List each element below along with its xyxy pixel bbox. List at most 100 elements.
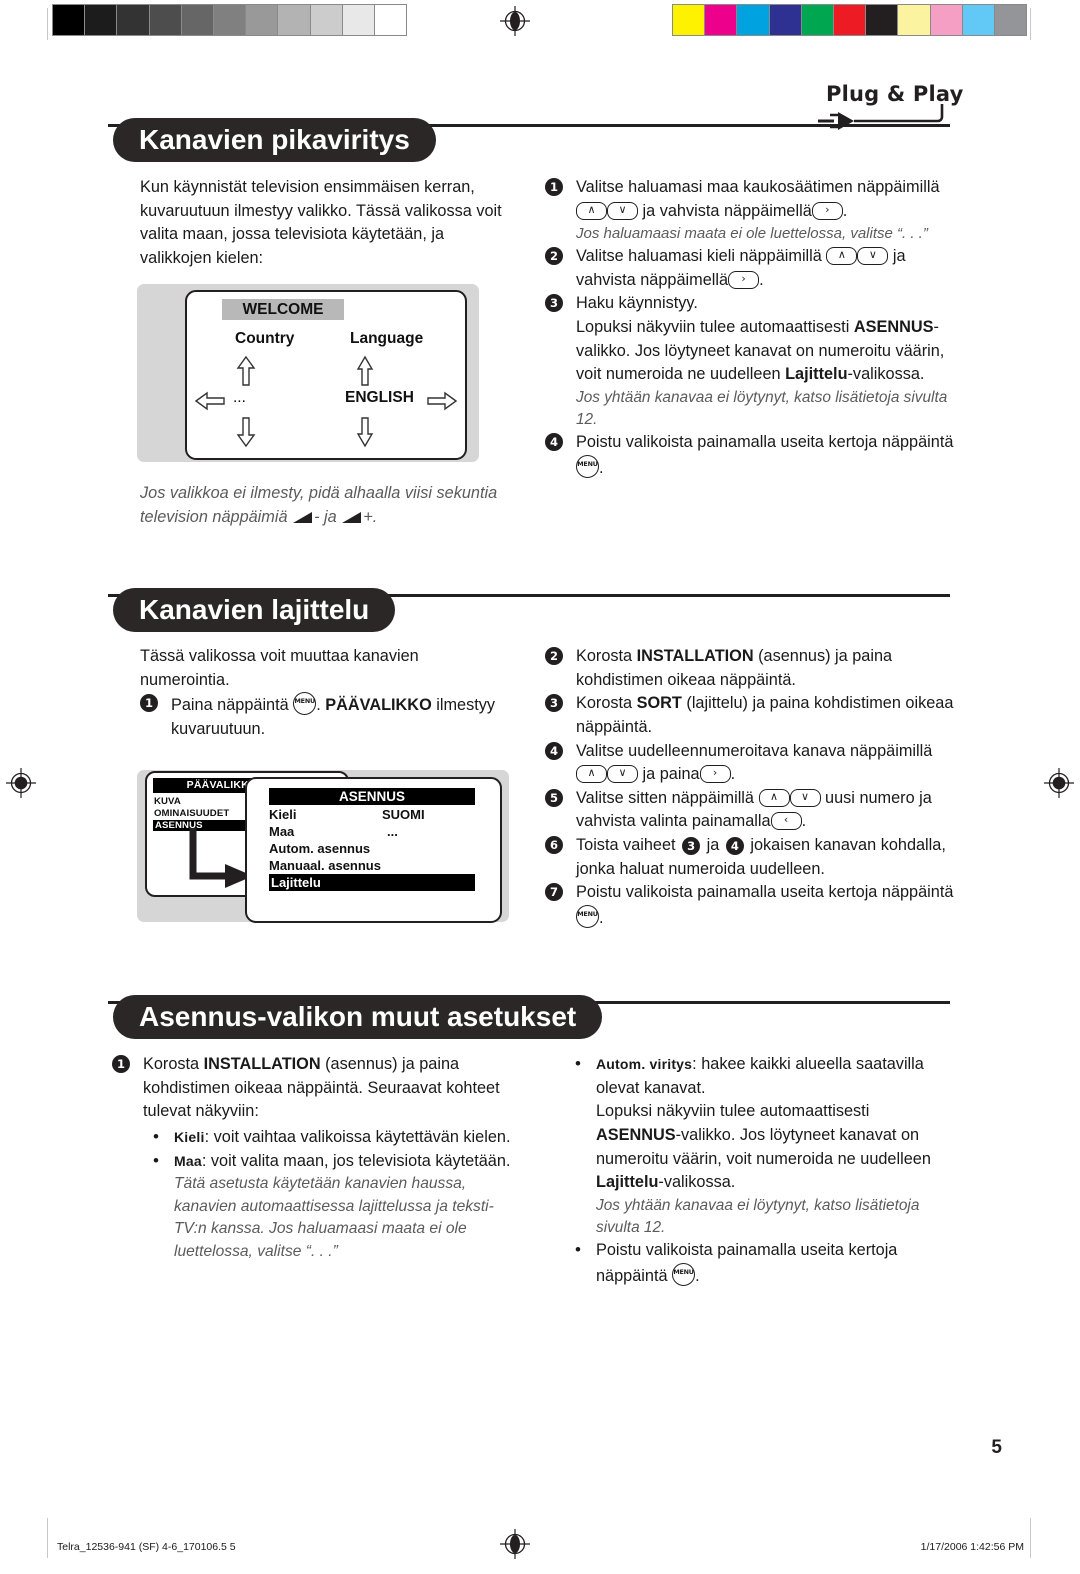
installation-bold: INSTALLATION <box>203 1055 321 1073</box>
step-number-6: 6 <box>545 836 563 854</box>
autom-viritys-note: Jos yhtään kanavaa ei löytynyt, katso li… <box>596 1196 920 1237</box>
step-7-text-a: Poistu valikoista painamalla useita kert… <box>576 883 954 902</box>
step-6-text-mid: ja <box>702 836 724 854</box>
menu-item-ominaisuudet[interactable]: OMINAISUUDET <box>154 808 229 819</box>
step-number-3: 3 <box>545 694 563 713</box>
section-2-left-column: Tässä valikossa voit muuttaa kanavien nu… <box>140 645 512 742</box>
page-number: 5 <box>991 1437 1002 1458</box>
document-page: Plug & Play Kanavien pikaviritys Kun käy… <box>0 0 1080 1574</box>
section-quick-install: Kanavien pikaviritys <box>108 118 950 164</box>
bullet-exit: • Poistu valikoista painamalla useita ke… <box>565 1239 957 1288</box>
cursor-up-down-keys: ∧ ∨ <box>758 788 821 807</box>
key-up-icon: ∧ <box>576 765 607 784</box>
step-6: 6 Toista vaiheet 3 ja 4 jokaisen kanavan… <box>545 834 957 881</box>
autom-viritys-term: Autom. viritys <box>596 1056 693 1072</box>
step-3-line-4: -valikossa. <box>847 365 925 384</box>
caption-line2-post: +. <box>363 508 378 527</box>
step-1: 1 Valitse haluamasi maa kaukosäätimen nä… <box>545 176 955 245</box>
section-other-install: Asennus-valikon muut asetukset <box>108 995 950 1041</box>
section-1-steps: 1 Valitse haluamasi maa kaukosäätimen nä… <box>545 176 955 481</box>
step-number-1: 1 <box>112 1055 130 1073</box>
menu-key-icon: MENU <box>576 904 599 928</box>
step-number-4: 4 <box>545 741 563 760</box>
step-number-4: 4 <box>545 433 563 452</box>
kieli-term: Kieli <box>174 1128 205 1145</box>
language-up-arrow-icon <box>356 355 374 392</box>
key-right-icon: › <box>699 765 731 784</box>
cursor-up-down-keys: ∧ ∨ <box>576 765 638 784</box>
bullet-maa: • Maa: voit valita maan, jos televisiota… <box>143 1150 512 1264</box>
lajittelu-bold: Lajittelu <box>785 365 848 384</box>
welcome-title-bar: WELCOME <box>222 299 344 320</box>
section-2-steps: 2 Korosta INSTALLATION (asennus) ja pain… <box>545 645 957 931</box>
section-channel-sort: Kanavien lajittelu <box>108 588 950 634</box>
menu-item-kuva[interactable]: KUVA <box>154 796 181 807</box>
left-arrow-icon <box>194 391 226 416</box>
step-6-text-a: Toista vaiheet <box>576 836 681 854</box>
step-2-text-a: Korosta <box>576 647 637 665</box>
exit-text-end: . <box>695 1267 700 1286</box>
right-arrow-icon <box>426 391 458 416</box>
country-value: ... <box>233 389 246 406</box>
step-3-line-1: Haku käynnistyy. <box>576 294 698 313</box>
maa-note: Tätä asetusta käytetään kanavien haussa,… <box>174 1175 494 1260</box>
section-1-intro: Kun käynnistät television ensimmäisen ke… <box>140 178 502 267</box>
volume-up-icon <box>341 507 363 524</box>
step-1-text-c: . <box>842 201 848 220</box>
asennus-menu-screen: ASENNUS Kieli SUOMI Maa ... Autom. asenn… <box>245 777 502 923</box>
asennus-title-bar: ASENNUS <box>269 788 475 805</box>
bullet-icon: • <box>575 1054 581 1073</box>
section-2-header: Kanavien lajittelu <box>108 588 950 634</box>
asennus-row-label-2[interactable]: Autom. asennus <box>269 841 370 856</box>
caption-line-1: Jos valikkoa ei ilmesty, pidä alhaalla v… <box>140 484 498 502</box>
section-2-right-column: 2 Korosta INSTALLATION (asennus) ja pain… <box>545 645 957 931</box>
step-2-text-a: Valitse haluamasi kieli näppäimillä <box>576 247 822 265</box>
asennus-row-value-1: ... <box>387 824 398 839</box>
step-5-text-c: . <box>801 812 807 831</box>
step-3: 3 Haku käynnistyy. Lopuksi näkyviin tule… <box>545 292 955 431</box>
section-3-step-1: 1 Korosta INSTALLATION (asennus) ja pain… <box>112 1053 512 1124</box>
step-3-note: Jos yhtään kanavaa ei löytynyt, katso li… <box>576 388 948 429</box>
key-up-icon: ∧ <box>576 201 607 220</box>
step-1-text-b: ja vahvista näppäimellä <box>642 201 812 220</box>
step-1-text-a: Valitse haluamasi maa kaukosäätimen näpp… <box>576 178 940 196</box>
cursor-up-down-keys: ∧ ∨ <box>826 247 889 265</box>
key-down-icon: ∨ <box>857 247 889 265</box>
bullet-icon: • <box>153 1150 159 1170</box>
step-1-note: Jos haluamaasi maata ei ole luettelossa,… <box>576 225 928 243</box>
installation-bold: INSTALLATION <box>636 647 754 665</box>
exit-text: Poistu valikoista painamalla useita kert… <box>596 1241 898 1286</box>
section-3-title: Asennus-valikon muut asetukset <box>113 995 603 1039</box>
footer-timestamp: 1/17/2006 1:42:56 PM <box>920 1541 1024 1553</box>
step-2: 2 Korosta INSTALLATION (asennus) ja pain… <box>545 645 957 692</box>
key-right-icon: › <box>728 270 760 289</box>
step-number-7: 7 <box>545 883 563 902</box>
section-3-right-bullets: • Autom. viritys: hakee kaikki alueella … <box>565 1053 957 1289</box>
section-3-left-column: 1 Korosta INSTALLATION (asennus) ja pain… <box>112 1053 512 1264</box>
key-down-icon: ∨ <box>789 788 821 807</box>
asennus-row-label-1[interactable]: Maa <box>269 824 294 839</box>
asennus-row-label-0[interactable]: Kieli <box>269 807 296 822</box>
asennus-bold: ASENNUS <box>853 317 934 336</box>
bullet-autom-viritys: • Autom. viritys: hakee kaikki alueella … <box>565 1053 957 1239</box>
key-up-icon: ∧ <box>758 788 790 807</box>
sort-bold: SORT <box>636 694 682 713</box>
step-number-2: 2 <box>545 647 563 665</box>
language-value: ENGLISH <box>345 389 414 406</box>
step-4: 4 Valitse uudelleennumeroitava kanava nä… <box>545 740 957 787</box>
asennus-row-label-3[interactable]: Manuaal. asennus <box>269 858 381 873</box>
step-4-text-a: Poistu valikoista painamalla useita kert… <box>576 433 954 452</box>
body-line-4: -valikossa. <box>658 1173 736 1192</box>
step-number-5: 5 <box>545 788 563 807</box>
step-4-text-b: ja paina <box>642 765 700 784</box>
asennus-row-value-0: SUOMI <box>382 807 425 822</box>
step-4: 4 Poistu valikoista painamalla useita ke… <box>545 431 955 480</box>
step-4-text-c: . <box>730 765 736 784</box>
step-3-line-2: Lopuksi näkyviin tulee automaattisesti <box>576 317 850 336</box>
language-label: Language <box>350 330 424 347</box>
footer-file-reference: Telra_12536-941 (SF) 4-6_170106.5 5 <box>57 1541 236 1553</box>
step-3-body: Lopuksi näkyviin tulee automaattisesti A… <box>576 316 955 387</box>
asennus-row-label-4-selected[interactable]: Lajittelu <box>269 874 475 891</box>
body-line-2: Lopuksi näkyviin tulee automaattisesti <box>596 1102 870 1121</box>
volume-down-icon <box>292 507 314 524</box>
